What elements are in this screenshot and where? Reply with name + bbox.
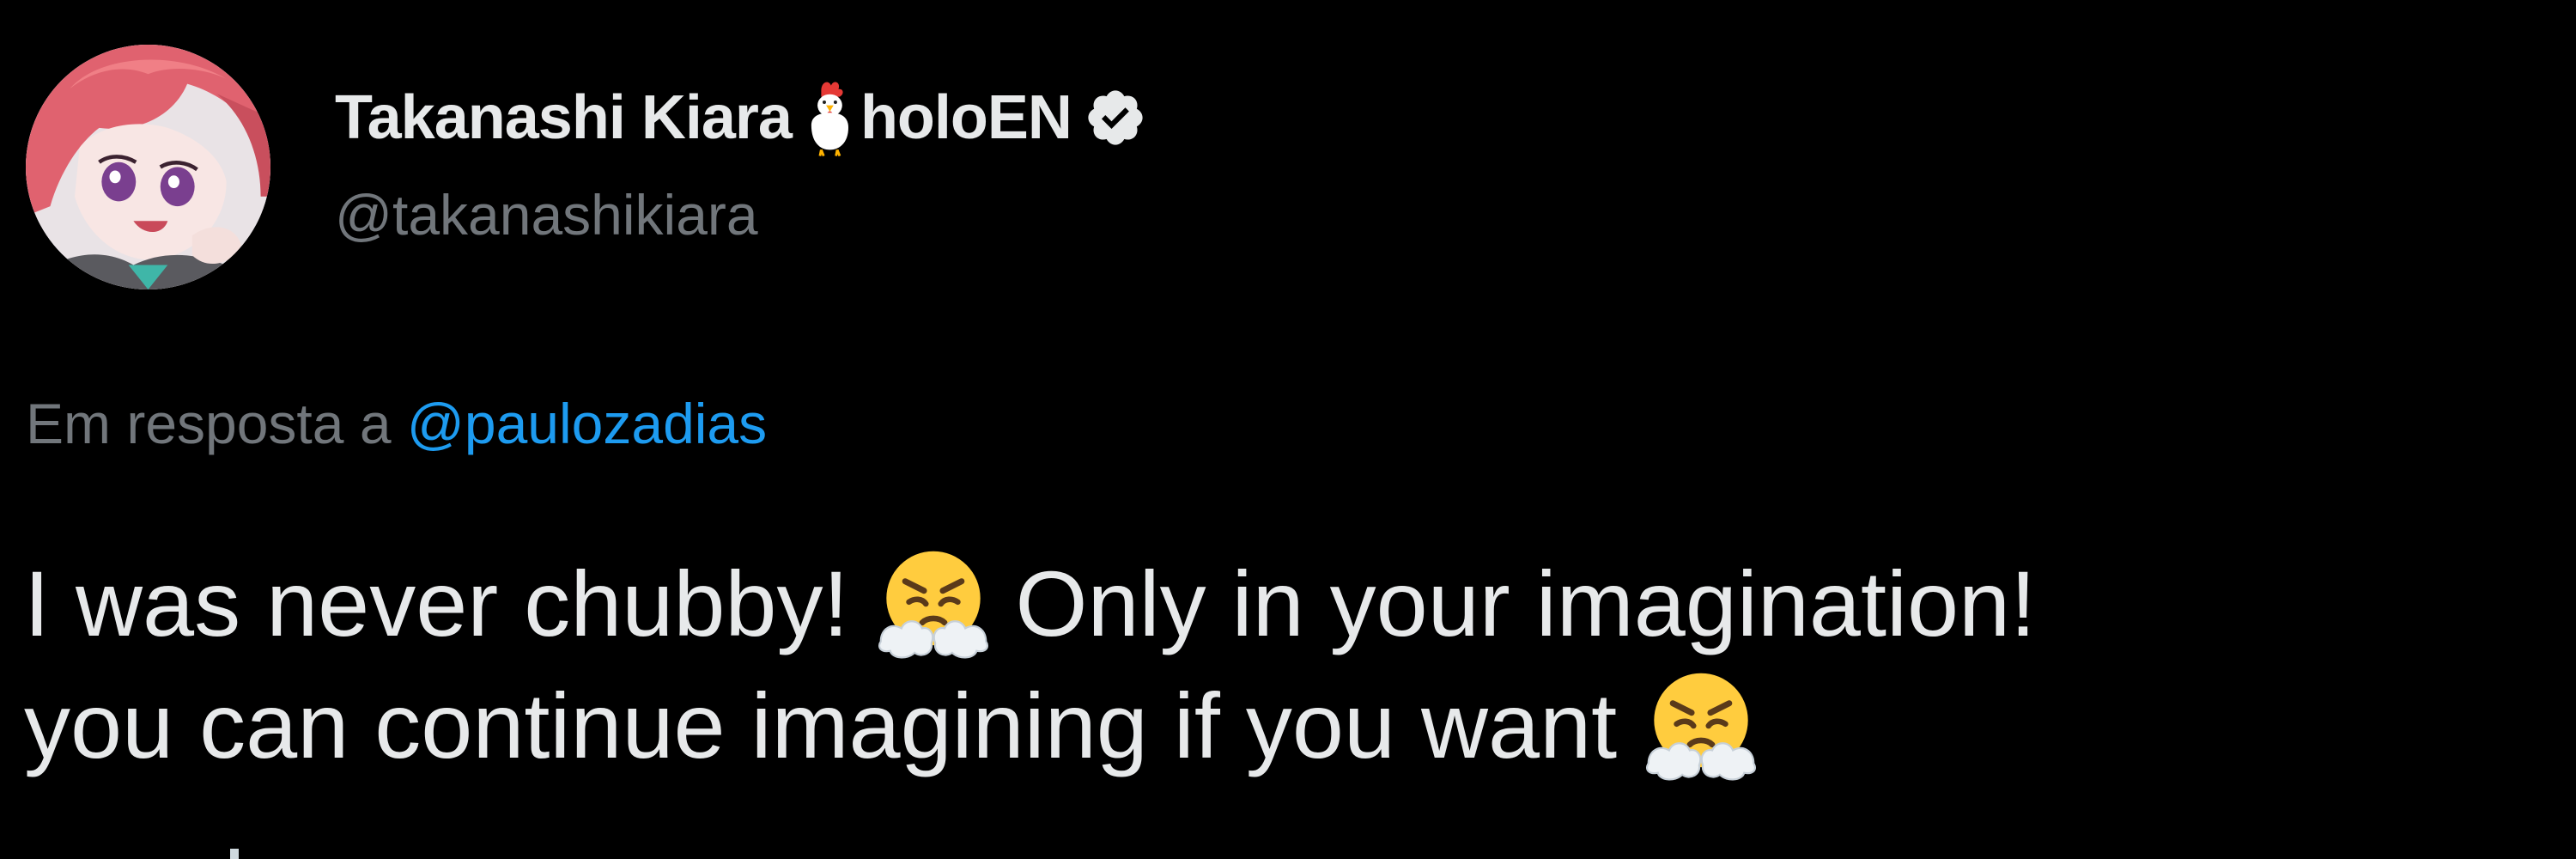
affiliation-name[interactable]: holoEN xyxy=(860,82,1072,153)
tweet-text-segment: you can continue imagining if you want xyxy=(24,673,1618,777)
reply-context: Em resposta a @paulozadias xyxy=(26,391,767,456)
tweet-text: I was never chubby! Only in your imagina… xyxy=(24,543,2566,787)
verified-badge-icon[interactable] xyxy=(1084,86,1147,149)
face-with-steam-from-nose-emoji xyxy=(873,544,993,664)
tweet: Takanashi Kiara holoEN @takanashikiara E… xyxy=(0,0,2576,859)
face-with-steam-from-nose-emoji xyxy=(1641,666,1761,786)
avatar[interactable] xyxy=(26,45,270,289)
tweet-text-segment: Only in your imagination! xyxy=(1015,551,2037,655)
avatar-image xyxy=(26,45,270,289)
tweet-text-line: I was never chubby! Only in your imagina… xyxy=(24,543,2566,665)
display-name[interactable]: Takanashi Kiara xyxy=(335,82,793,153)
reply-prefix: Em resposta a xyxy=(26,392,392,455)
author-handle[interactable]: @takanashikiara xyxy=(335,182,758,247)
author-row: Takanashi Kiara holoEN xyxy=(335,70,1147,165)
reply-mention-link[interactable]: @paulozadias xyxy=(407,392,767,455)
chicken-icon xyxy=(804,78,854,157)
tweet-text-line: you can continue imagining if you want xyxy=(24,665,2566,787)
tweet-text-segment: I was never chubby! xyxy=(24,551,849,655)
bottom-edge-mark xyxy=(230,849,239,859)
